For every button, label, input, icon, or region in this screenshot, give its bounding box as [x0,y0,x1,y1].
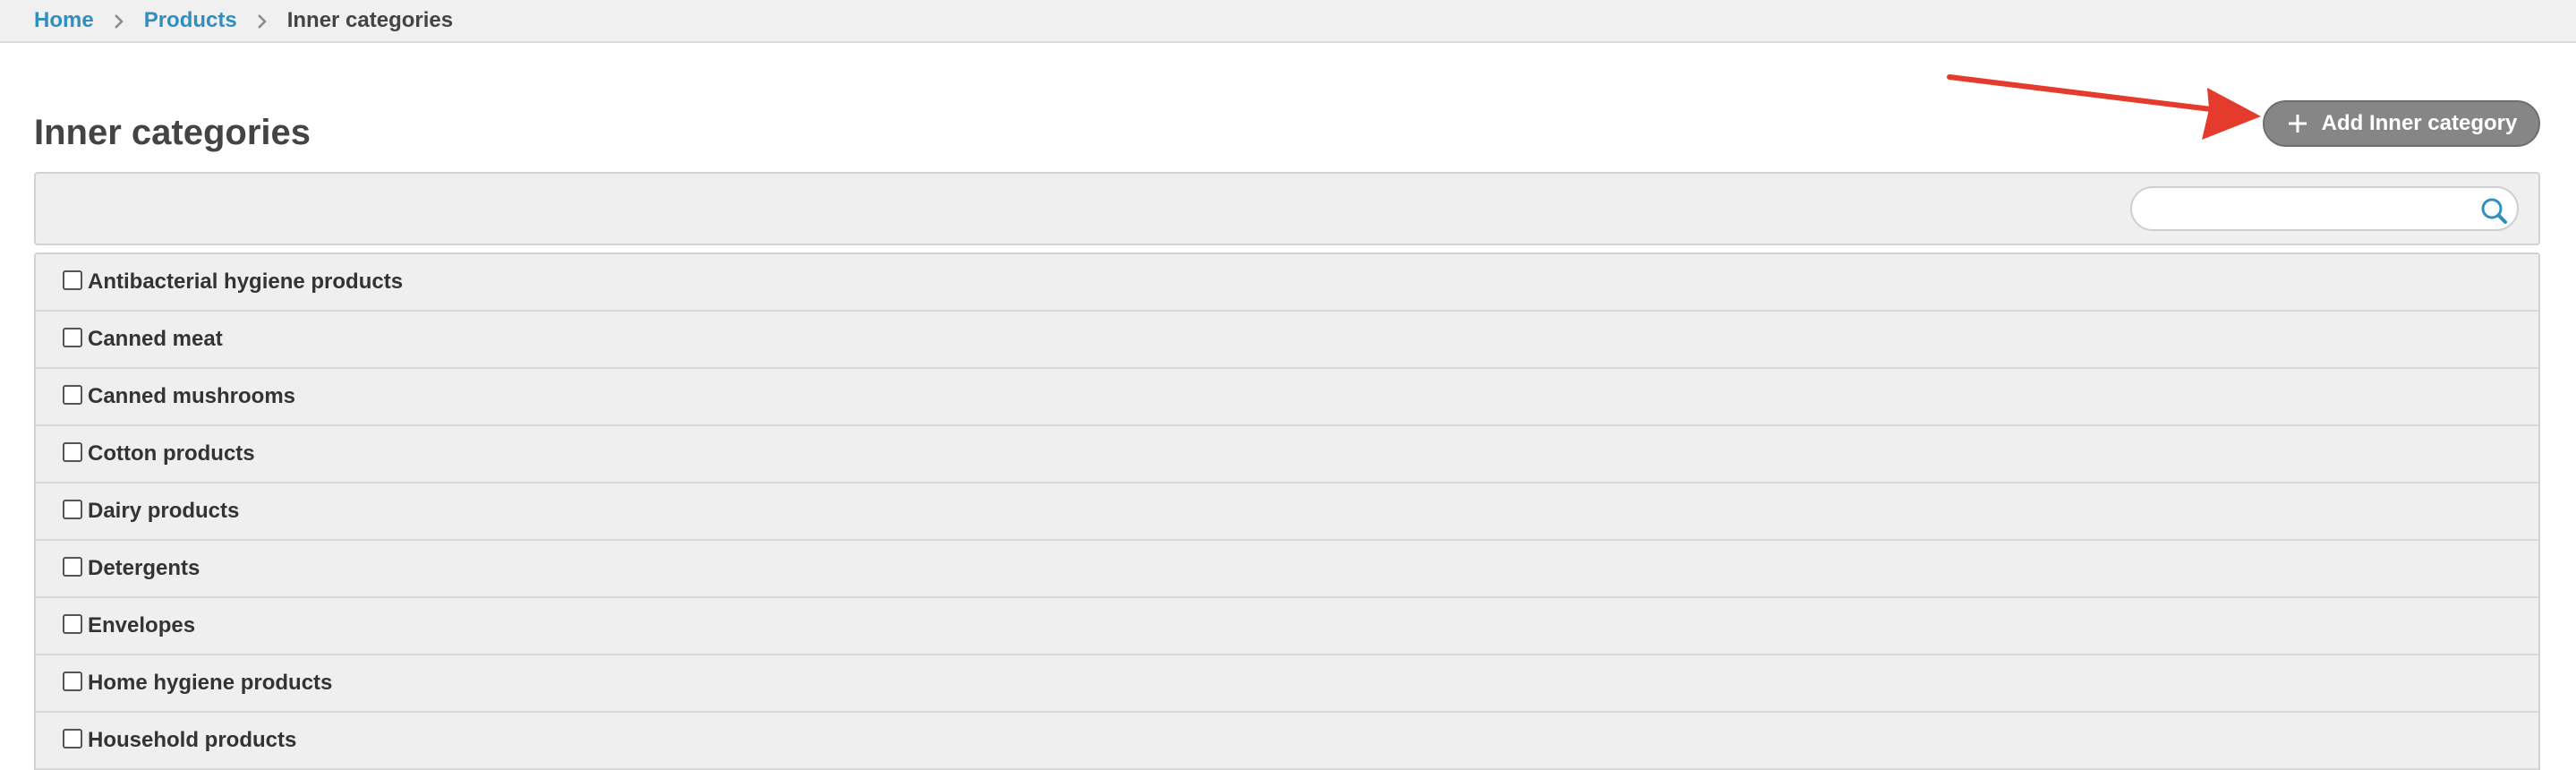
category-checkbox[interactable] [63,557,82,577]
breadcrumb-current: Inner categories [286,8,454,32]
page-title: Inner categories [34,113,311,152]
list-item: Home hygiene products [36,655,2538,713]
category-label: Dairy products [88,499,240,523]
list-item: Cotton products [36,426,2538,483]
category-checkbox[interactable] [63,500,82,519]
list-item: Detergents [36,541,2538,598]
add-button-label: Add Inner category [2321,111,2518,135]
category-checkbox[interactable] [63,672,82,691]
search-input[interactable] [2148,193,2456,226]
category-checkbox[interactable] [63,442,82,462]
red-arrow-icon [1947,74,2261,140]
search-box [2130,186,2519,231]
category-label: Canned mushrooms [88,384,296,408]
breadcrumb-bar: Home Products Inner categories [0,0,2576,43]
category-checkbox[interactable] [63,614,82,634]
category-list: Antibacterial hygiene products Canned me… [34,252,2540,770]
list-item: Canned meat [36,312,2538,369]
add-inner-category-button[interactable]: Add Inner category [2263,100,2540,147]
list-item: Household products [36,713,2538,770]
chevron-right-icon [94,8,144,33]
breadcrumb-products-link[interactable]: Products [144,8,237,33]
category-label: Cotton products [88,441,255,466]
list-item: Dairy products [36,483,2538,541]
toolbar-panel [34,172,2540,245]
list-item: Canned mushrooms [36,369,2538,426]
category-label: Canned meat [88,327,223,351]
chevron-right-icon [237,8,287,33]
list-item: Envelopes [36,598,2538,655]
category-label: Home hygiene products [88,671,333,695]
category-checkbox[interactable] [63,270,82,290]
category-checkbox[interactable] [63,385,82,405]
category-checkbox[interactable] [63,729,82,749]
breadcrumb-home-link[interactable]: Home [34,8,94,33]
category-label: Envelopes [88,613,196,637]
list-item: Antibacterial hygiene products [36,254,2538,312]
category-label: Antibacterial hygiene products [88,270,404,294]
category-label: Detergents [88,556,200,580]
search-icon[interactable] [2479,196,2508,225]
breadcrumb: Home Products Inner categories [34,0,453,41]
category-label: Household products [88,728,297,752]
category-checkbox[interactable] [63,328,82,347]
plus-icon [2288,115,2307,133]
